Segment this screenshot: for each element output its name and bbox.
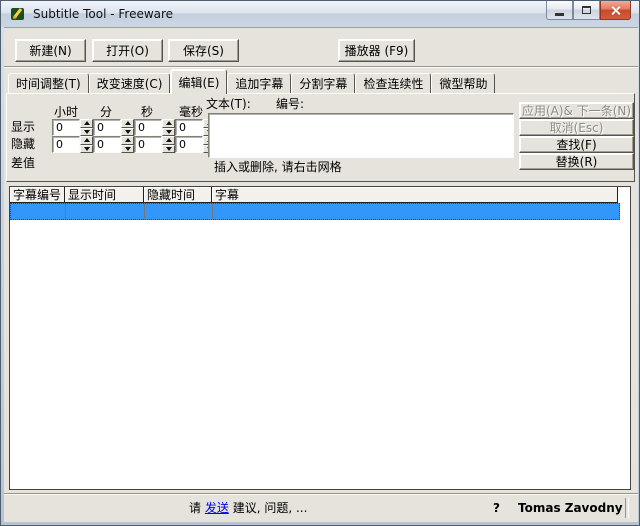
- column-header-hide-time[interactable]: 隐藏时间: [144, 187, 212, 203]
- author-name: Tomas Zavodny: [518, 502, 623, 515]
- show-hours-input[interactable]: [52, 119, 80, 136]
- tab-strip: 时间调整(T) 改变速度(C) 编辑(E) 追加字幕 分割字幕 检查连续性 微型…: [8, 68, 495, 94]
- arrow-down-icon: [166, 147, 172, 151]
- minimize-button[interactable]: [546, 1, 573, 20]
- tab-edit[interactable]: 编辑(E): [170, 69, 227, 94]
- difference-row-label: 差值: [11, 157, 35, 170]
- hide-minutes-spinner: [121, 136, 134, 153]
- spin-up-button[interactable]: [80, 136, 93, 145]
- send-link[interactable]: 发送: [205, 501, 229, 515]
- titlebar[interactable]: Subtitle Tool - Freeware: [1, 1, 639, 27]
- arrow-down-icon: [84, 130, 90, 134]
- column-header-subtitle-number[interactable]: 字幕编号: [10, 187, 65, 203]
- hide-minutes-input[interactable]: [93, 136, 121, 153]
- arrow-up-icon: [84, 138, 90, 142]
- hide-hours-spinner: [80, 136, 93, 153]
- show-minutes-input[interactable]: [93, 119, 121, 136]
- tab-append-subtitle[interactable]: 追加字幕: [227, 73, 291, 93]
- window-controls: [546, 1, 631, 20]
- grid-cell[interactable]: [66, 204, 145, 219]
- status-text-suffix: 建议, 问题, ...: [233, 501, 308, 515]
- open-button[interactable]: 打开(O): [92, 39, 163, 62]
- player-button[interactable]: 播放器 (F9): [338, 39, 415, 62]
- show-hours-spinner: [80, 119, 93, 136]
- hide-milliseconds-input[interactable]: [175, 136, 203, 153]
- arrow-up-icon: [84, 121, 90, 125]
- app-icon: [10, 6, 26, 22]
- number-label: 编号:: [276, 98, 304, 111]
- hours-column-label: 小时: [50, 106, 82, 119]
- grid-header-row: 字幕编号 显示时间 隐藏时间 字幕: [10, 187, 618, 203]
- arrow-up-icon: [125, 121, 131, 125]
- hide-seconds-input[interactable]: [134, 136, 162, 153]
- grid-hint-label: 插入或删除, 请右击网格: [214, 161, 342, 174]
- hide-row-label: 隐藏: [11, 138, 35, 151]
- column-header-show-time[interactable]: 显示时间: [65, 187, 144, 203]
- arrow-up-icon: [125, 138, 131, 142]
- help-mark: ?: [493, 502, 500, 515]
- grid-cell[interactable]: [11, 204, 66, 219]
- status-text-prefix: 请: [189, 501, 201, 515]
- show-seconds-spinner: [162, 119, 175, 136]
- text-label: 文本(T):: [206, 98, 251, 111]
- spin-down-button[interactable]: [121, 128, 134, 137]
- app-window: Subtitle Tool - Freeware 新建(N) 打开(O) 保存(…: [0, 0, 640, 526]
- minutes-column-label: 分: [92, 106, 120, 119]
- arrow-up-icon: [166, 138, 172, 142]
- hide-seconds-spinner: [162, 136, 175, 153]
- maximize-icon: [582, 6, 591, 14]
- spin-down-button[interactable]: [121, 145, 134, 154]
- arrow-down-icon: [125, 130, 131, 134]
- find-button[interactable]: 查找(F): [519, 136, 634, 153]
- selected-grid-row[interactable]: [10, 203, 620, 220]
- replace-button[interactable]: 替换(R): [519, 153, 634, 170]
- tab-change-speed[interactable]: 改变速度(C): [89, 73, 171, 93]
- spin-down-button[interactable]: [80, 128, 93, 137]
- cancel-button[interactable]: 取消(Esc): [519, 119, 634, 136]
- spin-up-button[interactable]: [121, 119, 134, 128]
- close-icon: [610, 5, 621, 16]
- arrow-down-icon: [84, 147, 90, 151]
- save-button[interactable]: 保存(S): [168, 39, 239, 62]
- window-title: Subtitle Tool - Freeware: [33, 7, 173, 21]
- spin-up-button[interactable]: [80, 119, 93, 128]
- spin-up-button[interactable]: [162, 136, 175, 145]
- close-button[interactable]: [600, 1, 631, 20]
- milliseconds-column-label: 毫秒: [174, 106, 208, 119]
- subtitle-text-area[interactable]: [208, 113, 514, 158]
- apply-next-button[interactable]: 应用(A)& 下一条(N): [519, 102, 634, 119]
- minimize-icon: [555, 13, 564, 16]
- tab-split-subtitle[interactable]: 分割字幕: [291, 73, 355, 93]
- new-button[interactable]: 新建(N): [15, 39, 86, 62]
- maximize-button[interactable]: [573, 1, 600, 20]
- spin-up-button[interactable]: [121, 136, 134, 145]
- spin-down-button[interactable]: [80, 145, 93, 154]
- status-bar: 请 发送 建议, 问题, ... ? Tomas Zavodny: [4, 493, 638, 522]
- hide-hours-input[interactable]: [52, 136, 80, 153]
- client-area: 新建(N) 打开(O) 保存(S) 播放器 (F9) 时间调整(T) 改变速度(…: [4, 27, 638, 522]
- tab-mini-help[interactable]: 微型帮助: [431, 73, 495, 93]
- arrow-down-icon: [166, 130, 172, 134]
- show-row-label: 显示: [11, 121, 35, 134]
- seconds-column-label: 秒: [133, 106, 161, 119]
- spin-down-button[interactable]: [162, 128, 175, 137]
- show-minutes-spinner: [121, 119, 134, 136]
- grid-cell[interactable]: [145, 204, 213, 219]
- column-header-subtitle[interactable]: 字幕: [212, 187, 618, 203]
- tab-time-adjust[interactable]: 时间调整(T): [8, 73, 89, 93]
- tab-check-continuity[interactable]: 检查连续性: [355, 73, 431, 93]
- spin-down-button[interactable]: [162, 145, 175, 154]
- status-text: 请 发送 建议, 问题, ...: [189, 502, 307, 515]
- spin-up-button[interactable]: [162, 119, 175, 128]
- arrow-up-icon: [166, 121, 172, 125]
- show-seconds-input[interactable]: [134, 119, 162, 136]
- arrow-down-icon: [125, 147, 131, 151]
- show-milliseconds-input[interactable]: [175, 119, 203, 136]
- subtitle-grid[interactable]: 字幕编号 显示时间 隐藏时间 字幕: [9, 186, 631, 490]
- statusbar-divider: [625, 498, 629, 518]
- grid-cell[interactable]: [213, 204, 619, 219]
